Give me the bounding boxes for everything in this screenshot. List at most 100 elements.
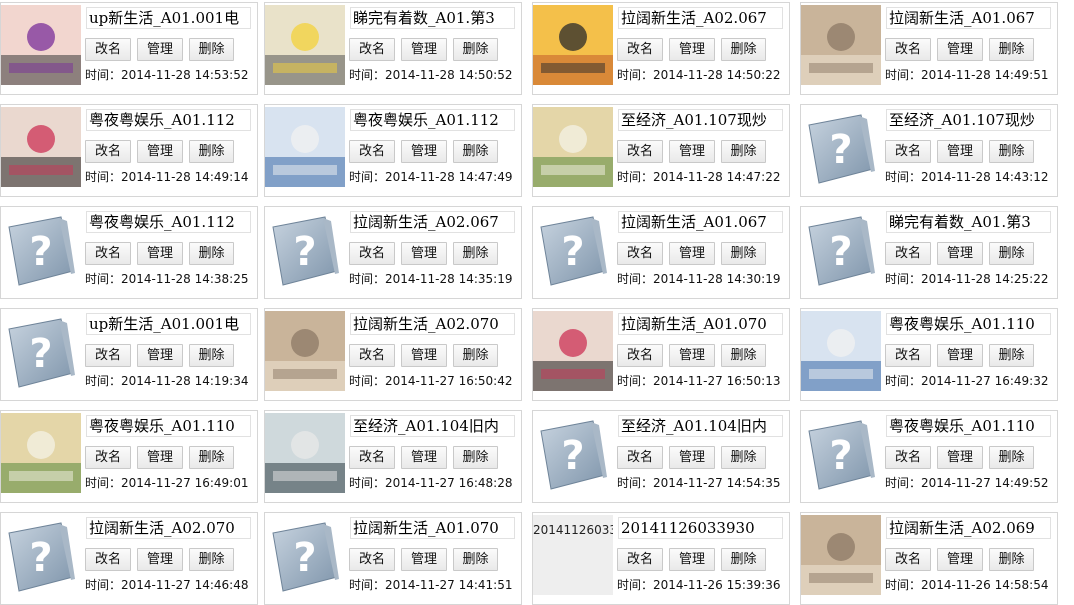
delete-button[interactable]: 删除: [453, 344, 498, 367]
time-value: 2014-11-28 14:50:52: [385, 68, 513, 82]
manage-button[interactable]: 管理: [937, 38, 983, 61]
manage-button[interactable]: 管理: [937, 140, 983, 163]
video-thumbnail[interactable]: [801, 515, 881, 595]
delete-button[interactable]: 删除: [989, 242, 1034, 265]
manage-button[interactable]: 管理: [137, 242, 183, 265]
delete-button[interactable]: 删除: [453, 242, 498, 265]
delete-button[interactable]: 删除: [189, 242, 234, 265]
delete-button[interactable]: 删除: [453, 446, 498, 469]
delete-button[interactable]: 删除: [189, 38, 234, 61]
rename-button[interactable]: 改名: [617, 242, 663, 265]
delete-button[interactable]: 删除: [189, 344, 234, 367]
rename-button[interactable]: 改名: [85, 140, 131, 163]
rename-button[interactable]: 改名: [349, 242, 395, 265]
manage-button[interactable]: 管理: [137, 344, 183, 367]
manage-button[interactable]: 管理: [137, 446, 183, 469]
rename-button[interactable]: 改名: [885, 548, 931, 571]
video-thumbnail[interactable]: ?: [801, 107, 881, 187]
video-thumbnail[interactable]: [801, 5, 881, 85]
rename-button[interactable]: 改名: [349, 446, 395, 469]
delete-button[interactable]: 删除: [721, 38, 766, 61]
manage-button[interactable]: 管理: [401, 344, 447, 367]
delete-button[interactable]: 删除: [989, 344, 1034, 367]
rename-button[interactable]: 改名: [85, 242, 131, 265]
manage-button[interactable]: 管理: [669, 140, 715, 163]
rename-button[interactable]: 改名: [349, 344, 395, 367]
delete-button[interactable]: 删除: [721, 140, 766, 163]
delete-button[interactable]: 删除: [721, 344, 766, 367]
rename-button[interactable]: 改名: [85, 548, 131, 571]
manage-button[interactable]: 管理: [137, 38, 183, 61]
video-thumbnail[interactable]: [265, 413, 345, 493]
manage-button[interactable]: 管理: [137, 548, 183, 571]
rename-button[interactable]: 改名: [885, 344, 931, 367]
upload-time: 时间：2014-11-28 14:25:22: [885, 271, 1048, 287]
rename-button[interactable]: 改名: [617, 38, 663, 61]
manage-button[interactable]: 管理: [669, 548, 715, 571]
video-thumbnail[interactable]: 201411260339: [533, 515, 613, 595]
manage-button[interactable]: 管理: [937, 344, 983, 367]
video-thumbnail[interactable]: [533, 107, 613, 187]
manage-button[interactable]: 管理: [401, 446, 447, 469]
rename-button[interactable]: 改名: [349, 548, 395, 571]
rename-button[interactable]: 改名: [885, 38, 931, 61]
manage-button[interactable]: 管理: [669, 344, 715, 367]
delete-button[interactable]: 删除: [453, 140, 498, 163]
manage-button[interactable]: 管理: [669, 242, 715, 265]
delete-button[interactable]: 删除: [189, 446, 234, 469]
manage-button[interactable]: 管理: [137, 140, 183, 163]
video-thumbnail[interactable]: ?: [801, 209, 881, 289]
video-thumbnail[interactable]: [1, 413, 81, 493]
rename-button[interactable]: 改名: [85, 38, 131, 61]
manage-button[interactable]: 管理: [669, 38, 715, 61]
video-thumbnail[interactable]: ?: [1, 209, 81, 289]
manage-button[interactable]: 管理: [937, 548, 983, 571]
delete-button[interactable]: 删除: [189, 140, 234, 163]
video-thumbnail[interactable]: [1, 5, 81, 85]
video-title: 粤夜粤娱乐_A01.112: [350, 109, 515, 131]
delete-button[interactable]: 删除: [989, 446, 1034, 469]
video-thumbnail[interactable]: ?: [265, 515, 345, 595]
video-thumbnail[interactable]: ?: [533, 413, 613, 493]
rename-button[interactable]: 改名: [349, 140, 395, 163]
delete-button[interactable]: 删除: [989, 38, 1034, 61]
manage-button[interactable]: 管理: [401, 242, 447, 265]
video-thumbnail[interactable]: [265, 311, 345, 391]
rename-button[interactable]: 改名: [617, 548, 663, 571]
video-thumbnail[interactable]: ?: [801, 413, 881, 493]
rename-button[interactable]: 改名: [85, 344, 131, 367]
delete-button[interactable]: 删除: [721, 548, 766, 571]
rename-button[interactable]: 改名: [885, 140, 931, 163]
video-thumbnail[interactable]: ?: [533, 209, 613, 289]
manage-button[interactable]: 管理: [937, 242, 983, 265]
time-label: 时间：: [85, 68, 122, 82]
manage-button[interactable]: 管理: [401, 548, 447, 571]
delete-button[interactable]: 删除: [721, 446, 766, 469]
rename-button[interactable]: 改名: [617, 140, 663, 163]
manage-button[interactable]: 管理: [401, 38, 447, 61]
delete-button[interactable]: 删除: [989, 140, 1034, 163]
video-thumbnail[interactable]: [1, 107, 81, 187]
video-thumbnail[interactable]: [533, 5, 613, 85]
delete-button[interactable]: 删除: [189, 548, 234, 571]
rename-button[interactable]: 改名: [85, 446, 131, 469]
video-thumbnail[interactable]: [265, 5, 345, 85]
rename-button[interactable]: 改名: [885, 446, 931, 469]
video-thumbnail[interactable]: ?: [265, 209, 345, 289]
delete-button[interactable]: 删除: [721, 242, 766, 265]
manage-button[interactable]: 管理: [669, 446, 715, 469]
video-thumbnail[interactable]: [801, 311, 881, 391]
video-thumbnail[interactable]: ?: [1, 515, 81, 595]
video-thumbnail[interactable]: [533, 311, 613, 391]
delete-button[interactable]: 删除: [453, 548, 498, 571]
video-thumbnail[interactable]: [265, 107, 345, 187]
delete-button[interactable]: 删除: [453, 38, 498, 61]
rename-button[interactable]: 改名: [617, 344, 663, 367]
manage-button[interactable]: 管理: [937, 446, 983, 469]
rename-button[interactable]: 改名: [617, 446, 663, 469]
video-thumbnail[interactable]: ?: [1, 311, 81, 391]
rename-button[interactable]: 改名: [885, 242, 931, 265]
delete-button[interactable]: 删除: [989, 548, 1034, 571]
rename-button[interactable]: 改名: [349, 38, 395, 61]
manage-button[interactable]: 管理: [401, 140, 447, 163]
